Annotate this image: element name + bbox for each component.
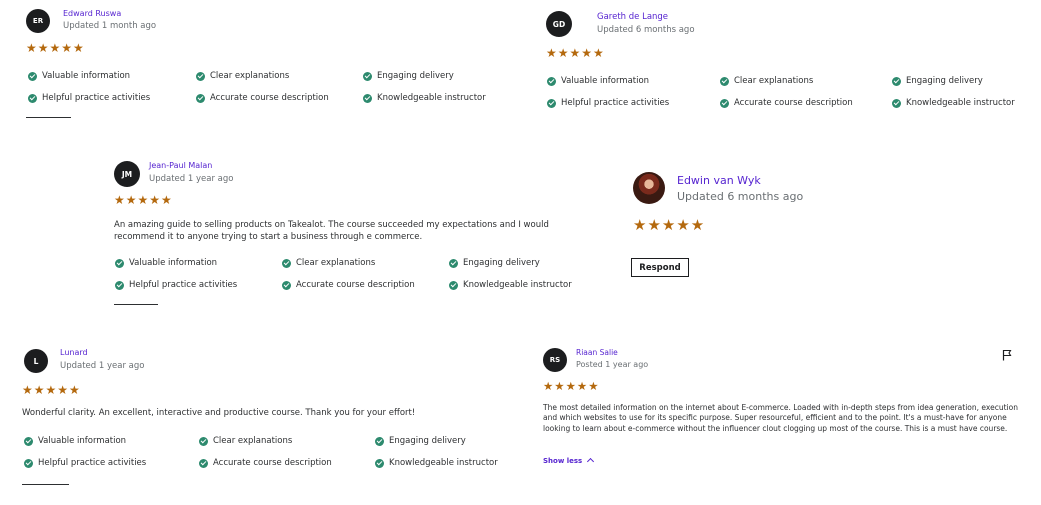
review-date: Updated 1 month ago [63, 21, 157, 31]
check-circle-icon [282, 258, 291, 268]
feature-valuable: Valuable information [547, 76, 649, 86]
review-date: Updated 1 year ago [60, 361, 145, 371]
respond-button[interactable]: Respond [631, 258, 689, 277]
feature-engaging: Engaging delivery [375, 436, 466, 446]
feature-accurate: Accurate course description [199, 458, 332, 468]
avatar: ER [26, 9, 50, 33]
feature-accurate: Accurate course description [282, 280, 415, 290]
feature-clear: Clear explanations [196, 71, 289, 81]
review-text: The most detailed information on the int… [543, 403, 1018, 433]
divider [114, 304, 158, 305]
avatar: GD [546, 11, 572, 37]
check-circle-icon [199, 436, 208, 446]
review-text: An amazing guide to selling products on … [114, 220, 549, 242]
check-circle-icon [375, 436, 384, 446]
reviewer-name[interactable]: Lunard [60, 348, 88, 357]
review-card: L Lunard Updated 1 year ago ★★★★★ Wonder… [0, 340, 520, 505]
check-circle-icon [199, 458, 208, 468]
star-rating: ★★★★★ [22, 383, 81, 397]
feature-helpful: Helpful practice activities [547, 98, 669, 108]
check-circle-icon [375, 458, 384, 468]
review-date: Posted 1 year ago [576, 360, 649, 369]
feature-engaging: Engaging delivery [892, 76, 983, 86]
show-less-link[interactable]: Show less [543, 457, 594, 466]
feature-helpful: Helpful practice activities [115, 280, 237, 290]
feature-knowledgeable: Knowledgeable instructor [375, 458, 498, 468]
check-circle-icon [720, 98, 729, 108]
feature-clear: Clear explanations [282, 258, 375, 268]
feature-accurate: Accurate course description [196, 93, 329, 103]
divider [22, 484, 69, 485]
reviewer-name[interactable]: Jean-Paul Malan [149, 161, 212, 170]
check-circle-icon [892, 98, 901, 108]
review-date: Updated 6 months ago [597, 25, 695, 35]
check-circle-icon [363, 71, 372, 81]
feature-accurate: Accurate course description [720, 98, 853, 108]
check-circle-icon [28, 71, 37, 81]
review-card: RS Riaan Salie Posted 1 year ago ★★★★★ T… [520, 340, 1041, 505]
avatar: JM [114, 161, 140, 187]
avatar: RS [543, 348, 567, 372]
reviewer-name[interactable]: Edwin van Wyk [677, 174, 761, 187]
feature-helpful: Helpful practice activities [28, 93, 150, 103]
check-circle-icon [24, 436, 33, 446]
flag-icon[interactable] [1002, 346, 1012, 361]
check-circle-icon [720, 76, 729, 86]
check-circle-icon [892, 76, 901, 86]
reviewer-name[interactable]: Gareth de Lange [597, 12, 668, 22]
check-circle-icon [196, 93, 205, 103]
check-circle-icon [547, 98, 556, 108]
review-date: Updated 1 year ago [149, 174, 234, 184]
feature-engaging: Engaging delivery [363, 71, 454, 81]
star-rating: ★★★★★ [543, 379, 600, 393]
reviewer-name[interactable]: Riaan Salie [576, 348, 618, 357]
star-rating: ★★★★★ [633, 216, 706, 234]
feature-valuable: Valuable information [115, 258, 217, 268]
check-circle-icon [196, 71, 205, 81]
divider [26, 117, 71, 118]
reviewer-name[interactable]: Edward Ruswa [63, 9, 121, 18]
feature-valuable: Valuable information [28, 71, 130, 81]
feature-helpful: Helpful practice activities [24, 458, 146, 468]
feature-clear: Clear explanations [199, 436, 292, 446]
feature-engaging: Engaging delivery [449, 258, 540, 268]
chevron-up-icon [586, 457, 594, 466]
check-circle-icon [449, 258, 458, 268]
check-circle-icon [449, 280, 458, 290]
feature-knowledgeable: Knowledgeable instructor [363, 93, 486, 103]
check-circle-icon [28, 93, 37, 103]
feature-valuable: Valuable information [24, 436, 126, 446]
review-card: JM Jean-Paul Malan Updated 1 year ago ★★… [0, 150, 600, 315]
check-circle-icon [363, 93, 372, 103]
check-circle-icon [115, 258, 124, 268]
check-circle-icon [282, 280, 291, 290]
star-rating: ★★★★★ [26, 41, 85, 55]
review-card: ER Edward Ruswa Updated 1 month ago ★★★★… [0, 0, 520, 125]
star-rating: ★★★★★ [114, 193, 173, 207]
avatar [633, 172, 665, 204]
review-text: Wonderful clarity. An excellent, interac… [22, 408, 416, 418]
check-circle-icon [547, 76, 556, 86]
review-card: GD Gareth de Lange Updated 6 months ago … [520, 0, 1041, 125]
check-circle-icon [24, 458, 33, 468]
feature-knowledgeable: Knowledgeable instructor [449, 280, 572, 290]
review-card: Edwin van Wyk Updated 6 months ago ★★★★★… [600, 150, 1041, 315]
feature-knowledgeable: Knowledgeable instructor [892, 98, 1015, 108]
feature-clear: Clear explanations [720, 76, 813, 86]
avatar: L [24, 349, 48, 373]
check-circle-icon [115, 280, 124, 290]
review-date: Updated 6 months ago [677, 190, 804, 203]
star-rating: ★★★★★ [546, 46, 605, 60]
